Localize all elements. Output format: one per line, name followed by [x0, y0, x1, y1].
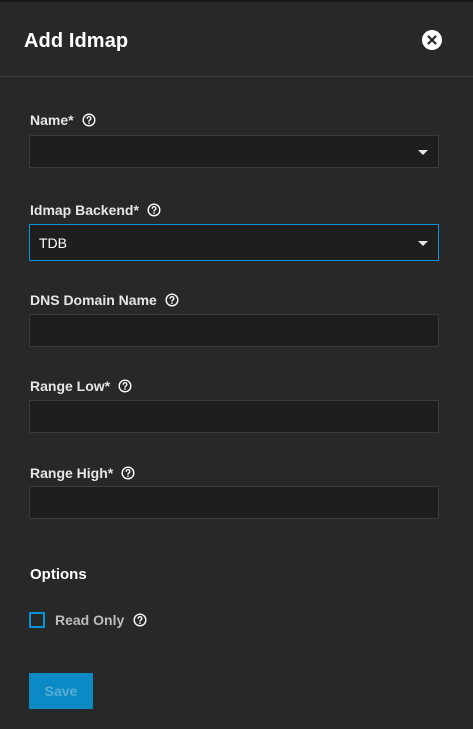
help-icon[interactable] [82, 113, 96, 127]
help-icon[interactable] [147, 203, 161, 217]
save-button[interactable]: Save [29, 673, 93, 709]
backend-select-value: TDB [39, 235, 67, 251]
help-icon[interactable] [165, 293, 179, 307]
range-high-required-marker: * [107, 465, 114, 481]
range-high-label-text: Range High [30, 465, 108, 481]
help-icon[interactable] [133, 613, 147, 627]
close-icon [427, 35, 437, 45]
add-idmap-dialog: Add Idmap Name * Idmap Backend * TDB DNS… [0, 0, 473, 729]
range-high-input[interactable] [29, 486, 439, 519]
name-label: Name * [30, 112, 96, 128]
help-icon[interactable] [121, 466, 135, 480]
range-low-required-marker: * [104, 378, 111, 394]
read-only-label: Read Only [55, 612, 125, 628]
name-label-text: Name [30, 112, 69, 128]
backend-label: Idmap Backend * [30, 202, 161, 218]
backend-required-marker: * [133, 202, 139, 218]
dns-domain-label-text: DNS Domain Name [30, 292, 157, 308]
name-required-marker: * [68, 112, 74, 128]
name-select[interactable] [29, 135, 439, 168]
range-low-input[interactable] [29, 400, 439, 433]
dns-domain-input[interactable] [29, 314, 439, 347]
dns-domain-label: DNS Domain Name [30, 292, 179, 308]
caret-down-icon [418, 241, 428, 246]
close-button[interactable] [422, 30, 442, 50]
help-icon[interactable] [118, 379, 132, 393]
range-high-label: Range High * [30, 465, 135, 481]
read-only-checkbox[interactable] [29, 612, 45, 628]
backend-select[interactable]: TDB [29, 224, 439, 261]
read-only-option: Read Only [29, 612, 147, 628]
options-heading: Options [30, 566, 87, 583]
caret-down-icon [418, 150, 428, 155]
range-low-label-text: Range Low [30, 378, 105, 394]
range-low-label: Range Low * [30, 378, 132, 394]
backend-label-text: Idmap Backend [30, 202, 134, 218]
dialog-header: Add Idmap [0, 2, 473, 77]
dialog-title: Add Idmap [24, 30, 129, 52]
